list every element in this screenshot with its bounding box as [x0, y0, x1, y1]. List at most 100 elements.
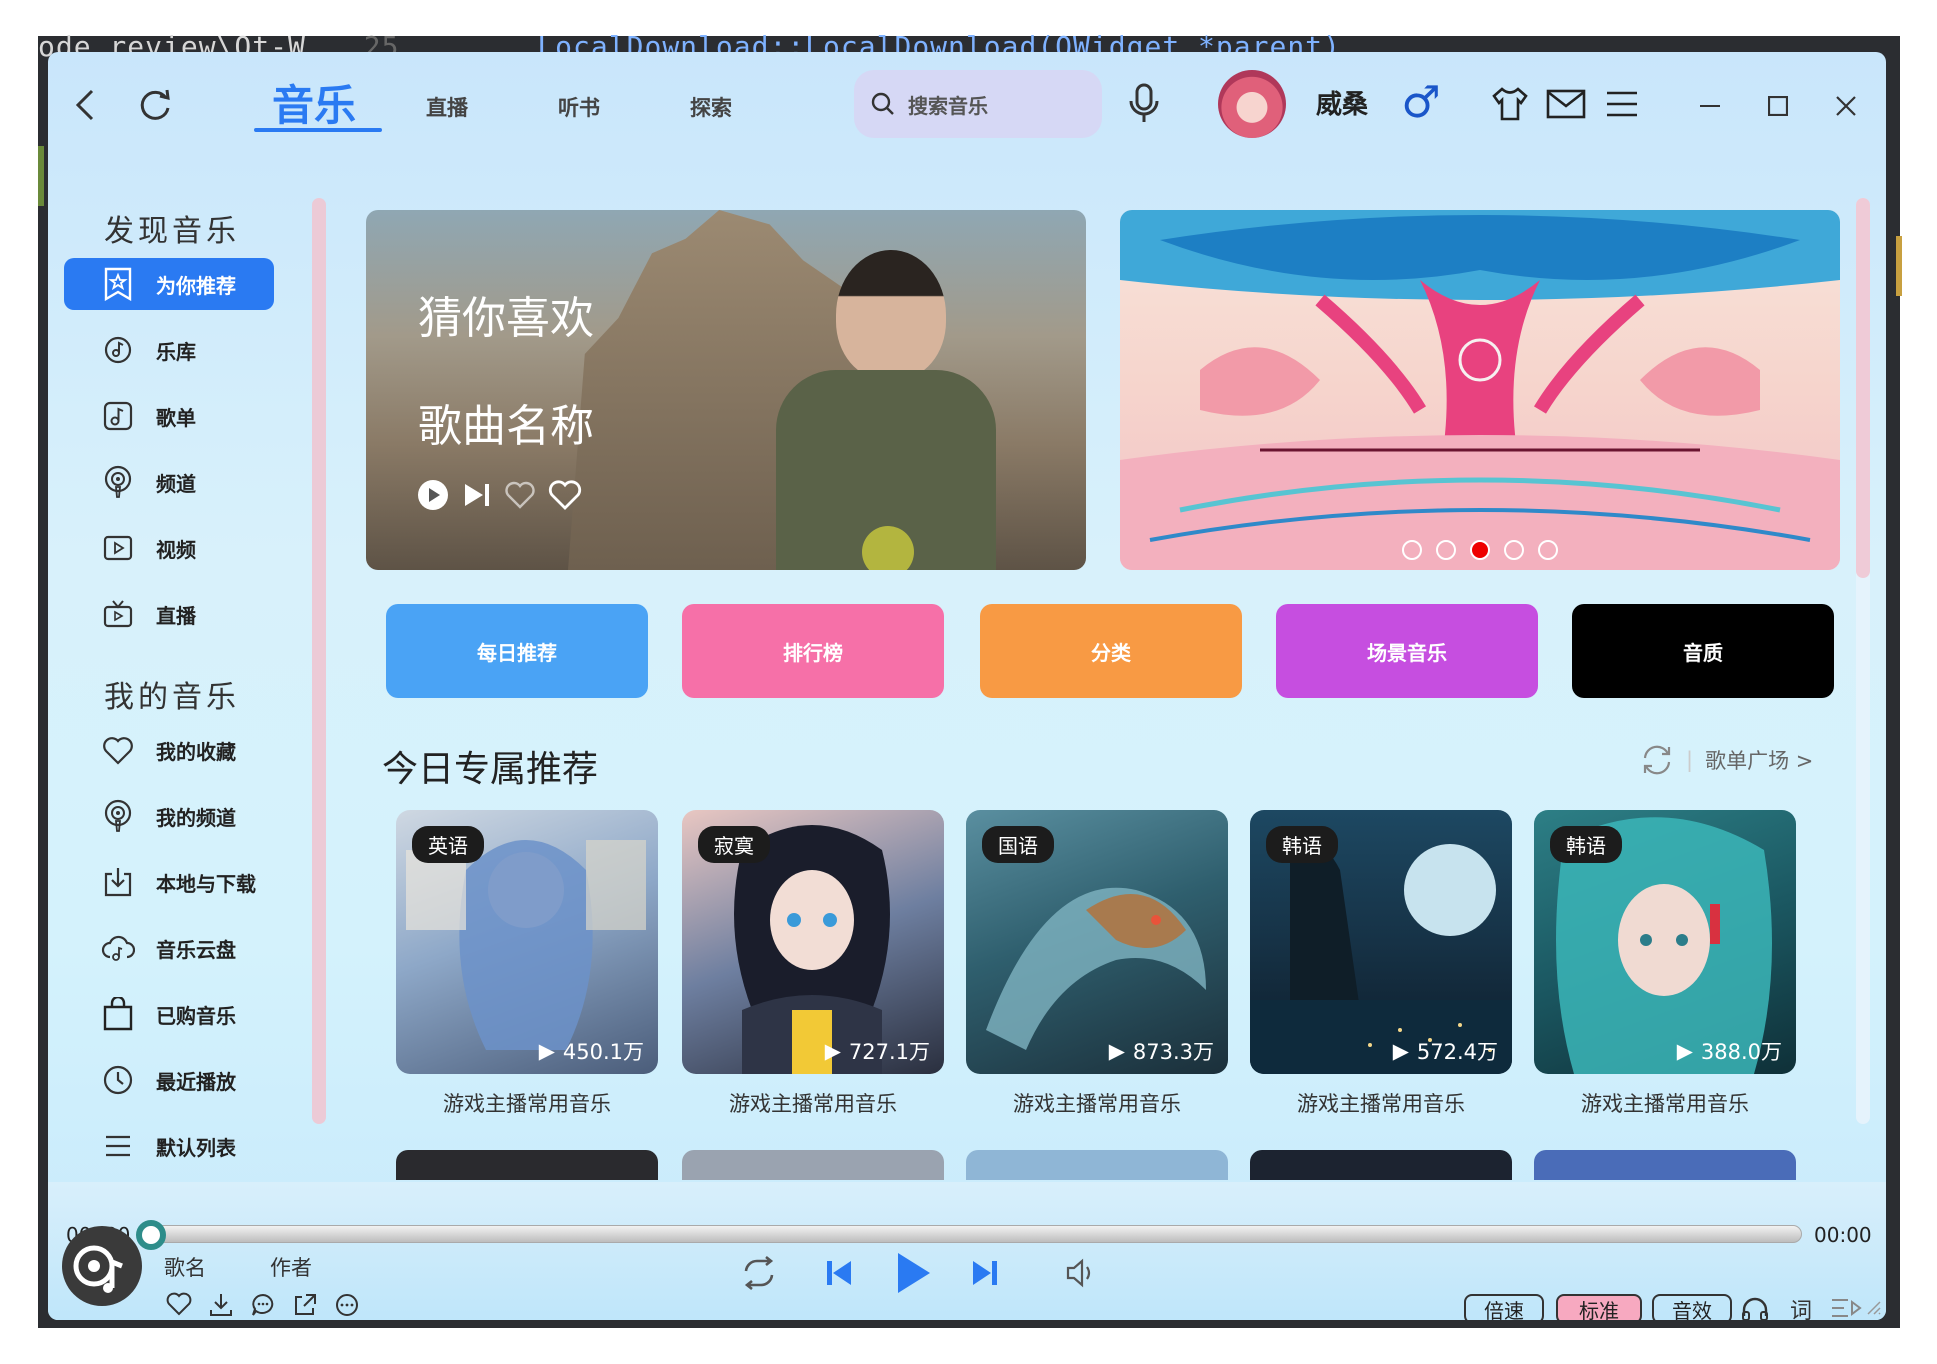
- comment-icon[interactable]: [250, 1292, 276, 1318]
- sidebar-scrollbar[interactable]: [312, 198, 326, 1124]
- sidebar-item-library[interactable]: 乐库: [64, 324, 274, 376]
- artist-name[interactable]: 作者: [270, 1252, 312, 1282]
- tab-audiobooks[interactable]: 听书: [558, 92, 600, 122]
- charts-button[interactable]: 排行榜: [682, 604, 944, 698]
- playlist-title[interactable]: 游戏主播常用音乐: [396, 1088, 658, 1118]
- previous-button[interactable]: [814, 1248, 864, 1298]
- sidebar-item-my-channels[interactable]: 我的频道: [64, 790, 274, 842]
- main-scrollbar-thumb[interactable]: [1856, 198, 1870, 578]
- playlist-card[interactable]: 韩语 ▶ 572.4万: [1250, 810, 1512, 1074]
- playlist-card[interactable]: 韩语 ▶ 388.0万: [1534, 810, 1796, 1074]
- next-track-icon[interactable]: [462, 481, 492, 509]
- sidebar-item-cloud[interactable]: 音乐云盘: [64, 922, 274, 974]
- music-disc-icon: [73, 1245, 123, 1293]
- sidebar-item-default-list[interactable]: 默认列表: [64, 1120, 274, 1172]
- carousel-dot[interactable]: [1402, 540, 1422, 560]
- carousel-dot-active[interactable]: [1470, 540, 1490, 560]
- tab-explore[interactable]: 探索: [690, 92, 732, 122]
- volume-button[interactable]: [1056, 1248, 1106, 1298]
- menu-button[interactable]: [1600, 82, 1644, 126]
- progress-track[interactable]: [150, 1225, 1802, 1243]
- playlist-card[interactable]: 国语 ▶ 873.3万: [966, 810, 1228, 1074]
- male-icon: ♂: [1401, 76, 1441, 128]
- podcast-icon: [100, 798, 136, 834]
- quality-button[interactable]: 标准: [1556, 1294, 1642, 1320]
- playlist-title[interactable]: 游戏主播常用音乐: [1250, 1088, 1512, 1118]
- tab-music[interactable]: 音乐: [272, 72, 356, 133]
- carousel-dot[interactable]: [1504, 540, 1524, 560]
- sidebar-item-playlists[interactable]: 歌单: [64, 390, 274, 442]
- speed-button[interactable]: 倍速: [1464, 1294, 1544, 1320]
- sidebar-item-recommend[interactable]: 为你推荐: [64, 258, 274, 310]
- carousel-dot[interactable]: [1538, 540, 1558, 560]
- sidebar-item-live[interactable]: 直播: [64, 588, 274, 640]
- repeat-button[interactable]: [734, 1248, 784, 1298]
- playlist-card-peek[interactable]: [966, 1150, 1228, 1180]
- refresh-button[interactable]: [132, 82, 178, 128]
- playlist-title[interactable]: 游戏主播常用音乐: [1534, 1088, 1796, 1118]
- playlist-title[interactable]: 游戏主播常用音乐: [682, 1088, 944, 1118]
- sidebar-item-channels[interactable]: 频道: [64, 456, 274, 508]
- resize-grip[interactable]: [1864, 1298, 1882, 1316]
- skin-button[interactable]: [1488, 82, 1532, 126]
- back-button[interactable]: [62, 82, 108, 128]
- play-circle-icon[interactable]: [416, 478, 450, 512]
- sidebar-item-recent[interactable]: 最近播放: [64, 1054, 274, 1106]
- main-scrollbar[interactable]: [1856, 198, 1870, 1124]
- art-banner[interactable]: [1120, 210, 1840, 570]
- playlist-card-peek[interactable]: [1250, 1150, 1512, 1180]
- search-box[interactable]: 搜索音乐: [854, 70, 1102, 138]
- audio-quality-button[interactable]: 音质: [1572, 604, 1834, 698]
- share-icon[interactable]: [292, 1292, 318, 1318]
- genres-button[interactable]: 分类: [980, 604, 1242, 698]
- song-name[interactable]: 歌名: [164, 1252, 206, 1282]
- playlist-card-peek[interactable]: [1534, 1150, 1796, 1180]
- list-icon: [100, 1128, 136, 1164]
- refresh-icon[interactable]: [1640, 744, 1674, 776]
- user-avatar[interactable]: [1218, 70, 1286, 138]
- scene-music-button[interactable]: 场景音乐: [1276, 604, 1538, 698]
- playlist-card[interactable]: 英语 ▶ 450.1万: [396, 810, 658, 1074]
- close-icon: [1836, 96, 1856, 116]
- listen-together-button[interactable]: [1738, 1292, 1772, 1320]
- playlist-plaza-link[interactable]: 歌单广场 >: [1705, 745, 1813, 775]
- lyrics-button[interactable]: 词: [1784, 1292, 1818, 1320]
- playlist-card-peek[interactable]: [682, 1150, 944, 1180]
- playlist-title[interactable]: 游戏主播常用音乐: [966, 1088, 1228, 1118]
- playlist-card[interactable]: 寂寞 ▶ 727.1万: [682, 810, 944, 1074]
- tab-live[interactable]: 直播: [426, 92, 468, 122]
- carousel-dot[interactable]: [1436, 540, 1456, 560]
- sidebar-item-local-download[interactable]: 本地与下载: [64, 856, 274, 908]
- play-count-value: 873.3万: [1132, 1040, 1214, 1064]
- close-button[interactable]: [1826, 86, 1866, 126]
- volume-icon: [1066, 1258, 1091, 1288]
- username[interactable]: 威桑: [1316, 84, 1368, 121]
- voice-search-button[interactable]: [1118, 78, 1168, 128]
- recommend-banner[interactable]: 猜你喜欢 歌曲名称: [366, 210, 1086, 570]
- sound-effect-button[interactable]: 音效: [1652, 1294, 1732, 1320]
- download-icon[interactable]: [208, 1292, 234, 1318]
- my-music-heading: 我的音乐: [104, 680, 240, 715]
- heart-icon[interactable]: [166, 1292, 192, 1316]
- maximize-icon: [1768, 96, 1788, 116]
- album-cover-disc[interactable]: [62, 1226, 142, 1306]
- minimize-button[interactable]: [1690, 86, 1730, 126]
- heart-icon[interactable]: [548, 479, 582, 511]
- next-button[interactable]: [960, 1248, 1010, 1298]
- video-play-icon: [100, 530, 136, 566]
- messages-button[interactable]: [1544, 82, 1588, 126]
- playlist-card-peek[interactable]: [396, 1150, 658, 1180]
- heart-outline-icon[interactable]: [504, 480, 536, 510]
- sidebar-item-favorites[interactable]: 我的收藏: [64, 724, 274, 776]
- maximize-button[interactable]: [1758, 86, 1798, 126]
- playlist-queue-button[interactable]: [1828, 1292, 1864, 1320]
- daily-recommend-button[interactable]: 每日推荐: [386, 604, 648, 698]
- sidebar-item-video[interactable]: 视频: [64, 522, 274, 574]
- more-icon[interactable]: [334, 1292, 360, 1318]
- banner-art-image: [1120, 210, 1840, 570]
- editor-gutter-mark: [1896, 236, 1902, 296]
- play-button[interactable]: [882, 1242, 944, 1304]
- search-placeholder[interactable]: 搜索音乐: [908, 90, 988, 119]
- sidebar-item-purchased[interactable]: 已购音乐: [64, 988, 274, 1040]
- sidebar-item-label: 本地与下载: [156, 871, 256, 896]
